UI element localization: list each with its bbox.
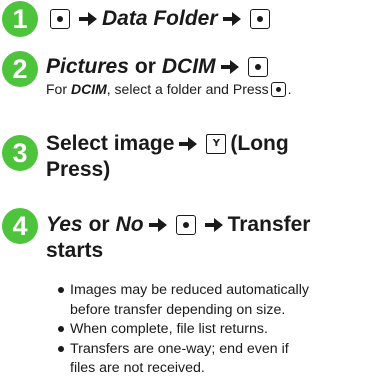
step-3-number: 3 [12, 137, 28, 168]
select-image-text: Select image [46, 132, 175, 155]
or-text: or [134, 55, 156, 78]
right-arrow-icon [148, 218, 167, 232]
bullet-line: before transfer depending on size. [70, 301, 286, 318]
step-4-number: 4 [12, 210, 28, 241]
dcim-option: DCIM [161, 55, 216, 78]
no-option: No [115, 213, 144, 236]
step-1-badge: 1 [2, 1, 38, 37]
long-text: (Long [230, 132, 289, 155]
data-folder-text: Data Folder [102, 7, 218, 30]
step-1-line: Data Folder [46, 6, 274, 32]
center-key-icon [270, 81, 286, 97]
right-arrow-icon [222, 12, 241, 26]
center-key-icon [247, 57, 268, 77]
bullet-line: Transfers are one-way; end even if [70, 340, 289, 357]
transfer-text: Transfer [227, 213, 311, 236]
center-key-icon [175, 215, 196, 235]
notes-list: Images may be reduced automatically befo… [58, 281, 376, 379]
step-2-number: 2 [12, 53, 28, 84]
yes-option: Yes [46, 213, 83, 236]
step-1-number: 1 [12, 3, 28, 34]
step-2-line: Pictures or DCIM [46, 54, 272, 80]
bullet-line: Images may be reduced automatically [70, 282, 309, 298]
pictures-option: Pictures [46, 55, 129, 78]
step-4-line-1: Yes or No Transfer [46, 212, 310, 238]
list-item: Transfers are one-way; end even if files… [58, 340, 376, 379]
note-end: . [287, 81, 292, 97]
list-item: Images may be reduced automatically befo… [58, 281, 376, 320]
note-dcim: DCIM [71, 81, 107, 97]
right-arrow-icon [220, 60, 239, 74]
center-key-icon [50, 9, 70, 29]
note-body: , select a folder and Press [106, 81, 269, 97]
bullet-line: When complete, file list returns. [70, 321, 268, 337]
step-3-badge: 3 [2, 135, 38, 171]
step-2-badge: 2 [2, 51, 38, 87]
step-4-badge: 4 [2, 208, 38, 244]
step-3-line-2: Press) [46, 157, 110, 183]
press-text: Press) [46, 158, 111, 181]
list-item: When complete, file list returns. [58, 320, 376, 340]
right-arrow-icon [204, 218, 223, 232]
step-2-note: For DCIM , select a folder and Press . [46, 80, 292, 98]
step-4-line-2: starts [46, 238, 103, 264]
starts-text: starts [46, 239, 104, 262]
bullet-line: files are not received. [70, 360, 205, 376]
center-key-icon [249, 9, 270, 29]
right-arrow-icon [179, 137, 198, 151]
or-text: or [88, 213, 110, 236]
step-3-line-1: Select image Y (Long [46, 131, 289, 157]
right-arrow-icon [79, 12, 97, 26]
note-prefix: For [46, 81, 67, 97]
y-softkey-icon: Y [206, 134, 227, 154]
